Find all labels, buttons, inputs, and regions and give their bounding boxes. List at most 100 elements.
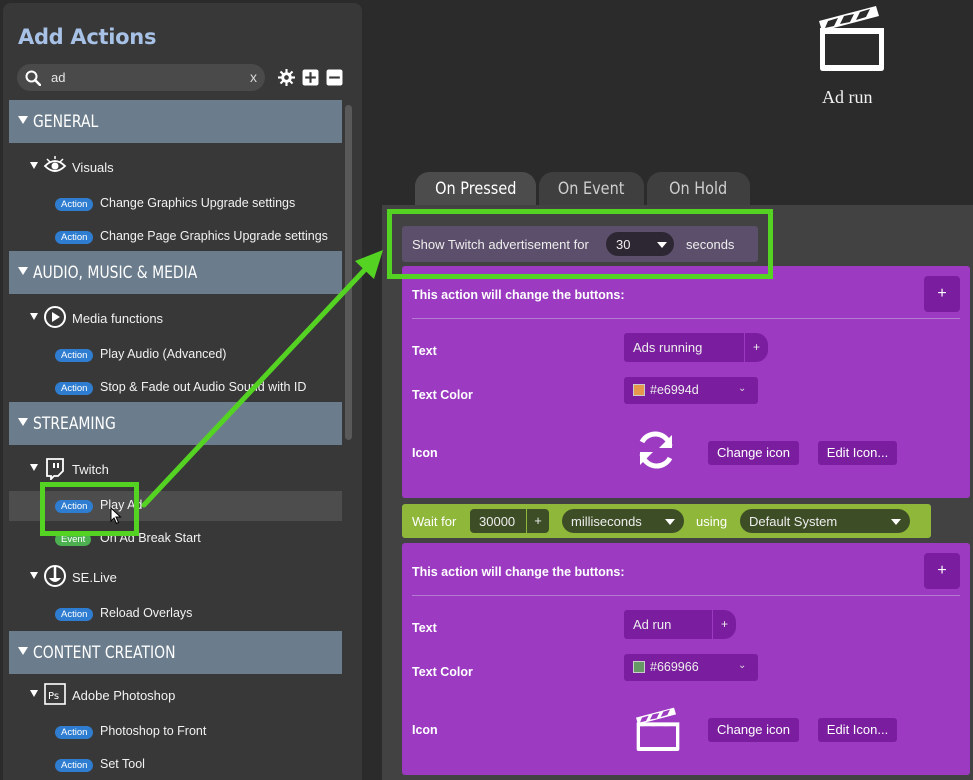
item-label: Change Graphics Upgrade settings xyxy=(100,196,296,210)
block-header: This action will change the buttons: xyxy=(412,288,625,302)
edit-icon-button[interactable]: Edit Icon... xyxy=(818,718,897,742)
list-item[interactable]: Action Stop & Fade out Audio Sound with … xyxy=(9,373,342,403)
play-circle-icon xyxy=(44,306,66,328)
category-audio[interactable]: AUDIO, MUSIC & MEDIA xyxy=(9,251,342,294)
app-root: Add Actions ad x GENERAL Visuals Action … xyxy=(0,0,973,780)
tab-label: On Event xyxy=(558,179,625,199)
category-content-creation[interactable]: CONTENT CREATION xyxy=(9,631,342,674)
search-value: ad xyxy=(51,70,66,85)
photoshop-icon: Ps xyxy=(44,683,66,705)
search-icon xyxy=(25,70,41,86)
action-badge: Action xyxy=(55,349,94,362)
tab-label: On Pressed xyxy=(434,179,517,199)
color-swatch xyxy=(633,384,645,396)
change-icon-button[interactable]: Change icon xyxy=(708,441,799,465)
list-item[interactable]: Action Change Graphics Upgrade settings xyxy=(9,189,342,219)
wait-using-label: using xyxy=(696,514,728,529)
add-property-button[interactable]: + xyxy=(924,276,960,312)
gear-icon[interactable] xyxy=(278,69,295,86)
text-add-button[interactable]: + xyxy=(712,610,736,639)
expand-triangle-icon xyxy=(30,313,38,320)
category-label: AUDIO, MUSIC & MEDIA xyxy=(33,263,198,283)
add-property-button[interactable]: + xyxy=(924,553,960,589)
expand-triangle-icon xyxy=(18,116,28,124)
category-streaming[interactable]: STREAMING xyxy=(9,402,342,445)
edit-icon-button[interactable]: Edit Icon... xyxy=(818,441,897,465)
wait-prefix: Wait for xyxy=(412,514,457,529)
list-item[interactable]: Action Set Tool xyxy=(9,750,342,780)
clapperboard-icon xyxy=(819,6,884,71)
group-visuals[interactable]: Visuals xyxy=(9,152,342,182)
category-label: STREAMING xyxy=(33,414,116,434)
item-label: Change Page Graphics Upgrade settings xyxy=(100,229,328,243)
text-value: Ad run xyxy=(633,617,672,632)
text-label: Text xyxy=(412,621,437,635)
item-label: Reload Overlays xyxy=(100,606,193,620)
block-header: This action will change the buttons: xyxy=(412,565,625,579)
group-media-functions[interactable]: Media functions xyxy=(9,303,342,333)
wait-value-field[interactable]: 30000 xyxy=(470,509,526,533)
list-item[interactable]: Action Play Audio (Advanced) xyxy=(9,340,342,370)
wait-value: 30000 xyxy=(479,514,516,529)
list-item[interactable]: Action Reload Overlays xyxy=(9,599,342,629)
item-label: Photoshop to Front xyxy=(100,724,207,738)
text-color-select[interactable]: #669966 ⌄ xyxy=(624,654,758,681)
text-field[interactable]: Ads running xyxy=(624,333,744,362)
change-buttons-block-1: This action will change the buttons: + T… xyxy=(402,266,970,498)
wait-unit: milliseconds xyxy=(571,514,642,529)
category-label: CONTENT CREATION xyxy=(33,643,176,663)
text-color-label: Text Color xyxy=(412,665,473,679)
color-value: #e6994d xyxy=(650,383,699,397)
system-select[interactable]: Default System xyxy=(740,509,910,533)
expand-triangle-icon xyxy=(30,572,38,579)
category-general[interactable]: GENERAL xyxy=(9,100,342,143)
wait-action[interactable]: Wait for 30000 + milliseconds using Defa… xyxy=(402,504,931,538)
clear-search-button[interactable]: x xyxy=(250,69,257,85)
selive-icon xyxy=(44,565,66,587)
text-value: Ads running xyxy=(633,340,703,355)
search-input[interactable]: ad x xyxy=(17,64,265,91)
list-item[interactable]: Action Photoshop to Front xyxy=(9,717,342,747)
action-badge: Action xyxy=(55,608,94,621)
wait-unit-select[interactable]: milliseconds xyxy=(562,509,684,533)
tab-on-pressed[interactable]: On Pressed xyxy=(415,172,536,207)
group-label: Twitch xyxy=(72,462,109,477)
group-twitch[interactable]: Twitch xyxy=(9,454,342,484)
expand-all-icon[interactable] xyxy=(302,69,319,86)
chevron-down-icon xyxy=(891,519,901,525)
expand-triangle-icon xyxy=(30,162,38,169)
group-label: Visuals xyxy=(72,160,114,175)
color-value: #669966 xyxy=(650,660,699,674)
category-label: GENERAL xyxy=(33,112,99,132)
expand-triangle-icon xyxy=(18,647,28,655)
list-item[interactable]: Action Change Page Graphics Upgrade sett… xyxy=(9,222,342,252)
group-label: Adobe Photoshop xyxy=(72,688,176,703)
text-color-label: Text Color xyxy=(412,388,473,402)
wait-add-button[interactable]: + xyxy=(527,509,549,533)
scrollbar[interactable] xyxy=(345,105,352,440)
panel-title: Add Actions xyxy=(18,25,157,49)
text-add-button[interactable]: + xyxy=(744,333,768,362)
change-buttons-block-2: This action will change the buttons: + T… xyxy=(402,543,970,775)
highlight-box-play-ad xyxy=(40,482,139,536)
divider xyxy=(412,318,960,319)
tab-on-hold[interactable]: On Hold xyxy=(647,172,750,207)
group-label: Media functions xyxy=(72,311,164,326)
text-field[interactable]: Ad run xyxy=(624,610,712,639)
collapse-all-icon[interactable] xyxy=(326,69,343,86)
action-badge: Action xyxy=(55,198,94,211)
item-label: Play Audio (Advanced) xyxy=(100,347,227,361)
item-label: Stop & Fade out Audio Sound with ID xyxy=(100,380,307,394)
group-adobe-photoshop[interactable]: Ps Adobe Photoshop xyxy=(9,680,342,710)
tab-on-event[interactable]: On Event xyxy=(539,172,644,207)
text-color-select[interactable]: #e6994d ⌄ xyxy=(624,377,758,404)
action-badge: Action xyxy=(55,759,94,772)
button-preview-label: Ad run xyxy=(822,87,873,107)
svg-text:Ps: Ps xyxy=(48,691,59,702)
eye-icon xyxy=(43,156,67,172)
chevron-down-icon: ⌄ xyxy=(738,383,747,394)
group-selive[interactable]: SE.Live xyxy=(9,562,342,592)
tab-label: On Hold xyxy=(669,179,728,199)
change-icon-button[interactable]: Change icon xyxy=(708,718,799,742)
clapperboard-icon xyxy=(636,707,680,751)
